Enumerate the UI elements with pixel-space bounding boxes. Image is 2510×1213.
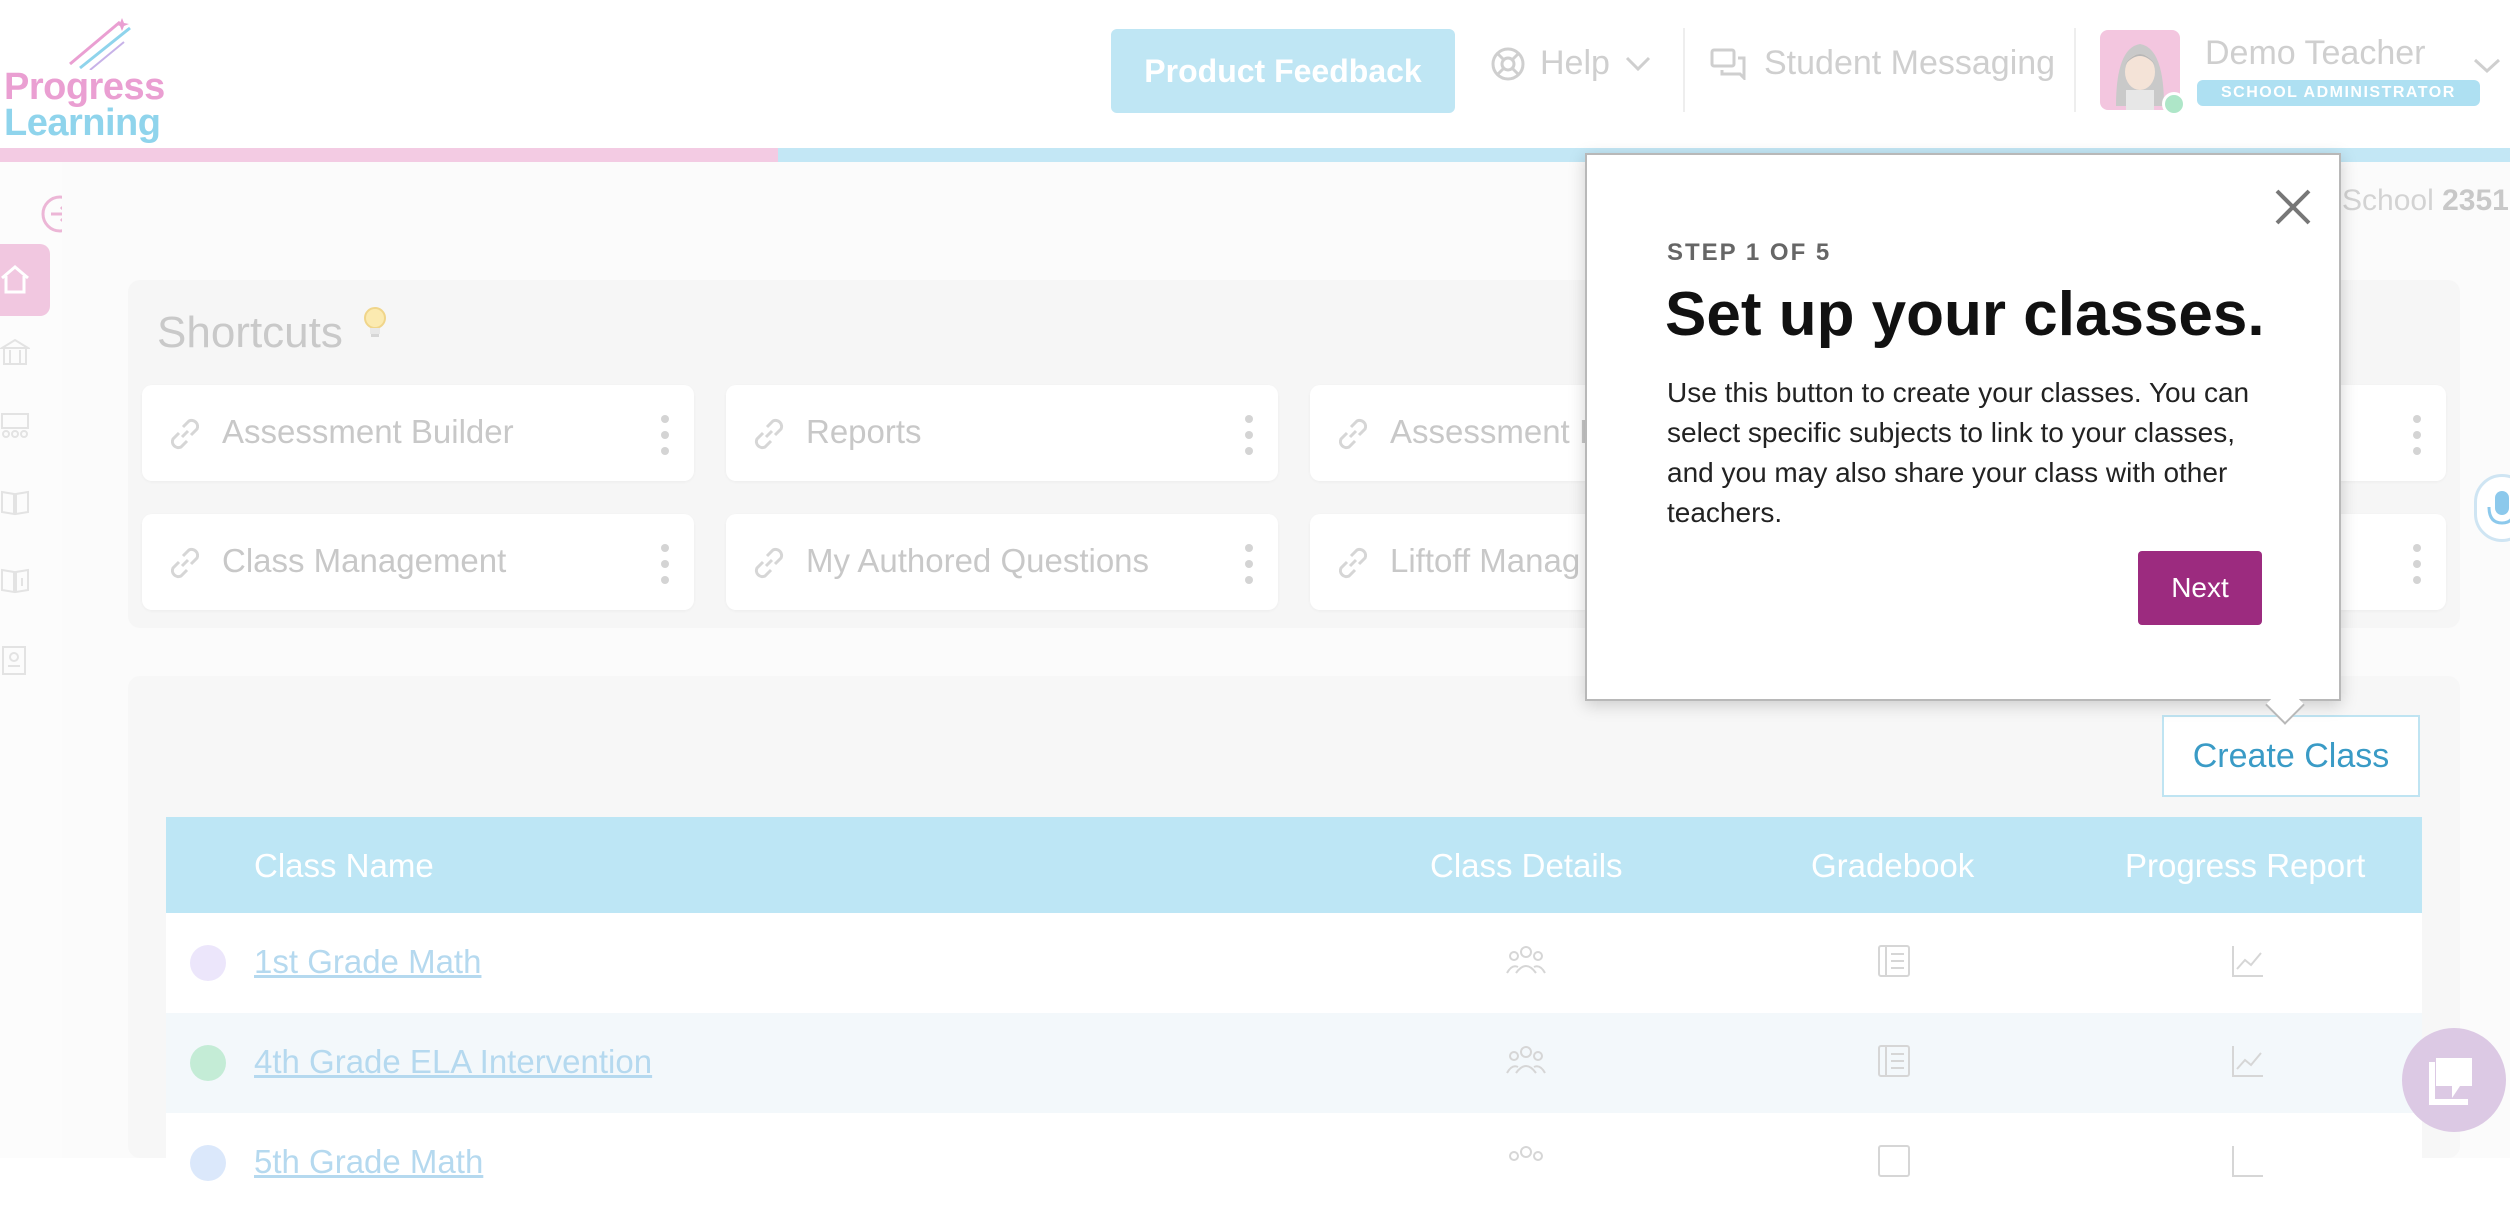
student-messaging-link[interactable]: Student Messaging	[1710, 44, 2055, 83]
chevron-down-icon[interactable]	[2472, 56, 2502, 76]
class-name-link[interactable]: 4th Grade ELA Intervention	[254, 1043, 652, 1081]
column-header-class-details: Class Details	[1430, 847, 1623, 884]
link-icon	[1338, 418, 1368, 450]
bulb-icon	[364, 307, 386, 337]
table-row: 4th Grade ELA Intervention	[166, 1013, 2422, 1113]
shortcut-label: Assessment I	[1390, 413, 1589, 450]
link-icon	[1338, 547, 1368, 579]
mic-button[interactable]	[2474, 474, 2510, 542]
school-label: School	[2342, 184, 2434, 217]
column-header-class-name[interactable]: Class Name	[254, 847, 434, 885]
classroom-icon[interactable]	[0, 410, 30, 442]
shortcut-label: My Authored Questions	[806, 542, 1150, 579]
class-color-dot	[190, 945, 226, 981]
class-color-dot	[190, 1045, 226, 1081]
kebab-icon[interactable]	[2412, 542, 2422, 586]
help-menu[interactable]: Help	[1490, 44, 1652, 83]
school-icon[interactable]	[0, 336, 30, 368]
tour-progress-fill	[0, 148, 779, 162]
shortcut-tile[interactable]: Reports	[726, 385, 1278, 481]
class-name-link[interactable]: 5th Grade Math	[254, 1143, 483, 1181]
kebab-icon[interactable]	[1244, 413, 1254, 457]
user-role-badge: SCHOOL ADMINISTRATOR	[2197, 80, 2480, 106]
book-icon[interactable]	[0, 486, 30, 518]
class-color-dot	[190, 1145, 226, 1181]
online-status-dot	[2162, 92, 2186, 116]
help-label: Help	[1540, 44, 1610, 82]
people-icon[interactable]	[1506, 1143, 1546, 1179]
logo-text-learning: Learning	[4, 102, 161, 144]
avatar[interactable]	[2100, 30, 2186, 116]
chart-icon[interactable]	[2230, 1143, 2266, 1179]
school-number: 2351	[2442, 184, 2509, 217]
shortcuts-title: Shortcuts	[157, 308, 343, 357]
kebab-icon[interactable]	[660, 542, 670, 586]
link-icon	[754, 418, 784, 450]
link-icon	[170, 418, 200, 450]
kebab-icon[interactable]	[2412, 413, 2422, 457]
messaging-label: Student Messaging	[1764, 44, 2056, 82]
chart-icon[interactable]	[2230, 1043, 2266, 1079]
next-button[interactable]: Next	[2138, 551, 2262, 625]
shortcut-label: Reports	[806, 413, 922, 450]
kebab-icon[interactable]	[1244, 542, 1254, 586]
column-header-gradebook: Gradebook	[1811, 847, 1975, 884]
chat-icon	[2429, 1058, 2472, 1105]
link-icon	[754, 547, 784, 579]
people-icon[interactable]	[1506, 1043, 1546, 1079]
chart-icon[interactable]	[2230, 943, 2266, 979]
shortcut-tile[interactable]: My Authored Questions	[726, 514, 1278, 610]
mic-icon	[2487, 491, 2510, 525]
chevron-down-icon	[1625, 56, 1650, 71]
shortcut-label: Class Management	[222, 542, 507, 579]
message-icon	[1710, 48, 1746, 80]
close-icon[interactable]	[2271, 185, 2315, 229]
link-icon	[170, 547, 200, 579]
table-row: 1st Grade Math	[166, 913, 2422, 1013]
table-header: Class Name Class Details Gradebook Progr…	[166, 817, 2422, 913]
class-name-link[interactable]: 1st Grade Math	[254, 943, 481, 981]
top-header: Progress Learning Product Feedback Help …	[0, 0, 2510, 148]
book-info-icon[interactable]	[0, 564, 30, 596]
column-header-progress-report: Progress Report	[2125, 847, 2366, 884]
shortcut-tile[interactable]: Class Management	[142, 514, 694, 610]
kebab-icon[interactable]	[660, 413, 670, 457]
gradebook-icon[interactable]	[1876, 943, 1912, 979]
product-feedback-button[interactable]: Product Feedback	[1111, 29, 1455, 113]
school-indicator: School 2351	[2342, 184, 2509, 218]
tour-step-indicator: STEP 1 OF 5	[1667, 239, 1832, 266]
gradebook-icon[interactable]	[1876, 1043, 1912, 1079]
header-divider	[1683, 28, 1685, 112]
create-class-button[interactable]: Create Class	[2162, 715, 2420, 797]
shortcut-label: Assessment Builder	[222, 413, 514, 450]
sidebar-item-home[interactable]	[0, 244, 50, 316]
certificate-icon[interactable]	[0, 644, 30, 676]
user-name: Demo Teacher	[2205, 34, 2426, 72]
header-divider	[2074, 28, 2076, 112]
tour-title: Set up your classes.	[1665, 280, 2265, 349]
tour-body-text: Use this button to create your classes. …	[1667, 377, 2250, 528]
people-icon[interactable]	[1506, 943, 1546, 979]
table-row: 5th Grade Math	[166, 1113, 2422, 1213]
shooting-star-icon	[69, 18, 131, 70]
gradebook-icon[interactable]	[1876, 1143, 1912, 1179]
shortcut-tile[interactable]: Assessment Builder	[142, 385, 694, 481]
onboarding-tour-popover: STEP 1 OF 5 Set up your classes. Use thi…	[1585, 153, 2341, 725]
progress-learning-logo[interactable]: Progress Learning	[4, 14, 174, 144]
shortcut-label: Liftoff Manag	[1390, 542, 1581, 579]
home-icon	[1, 265, 29, 294]
classes-table: Class Name Class Details Gradebook Progr…	[166, 817, 2422, 1213]
chat-launcher[interactable]	[2402, 1028, 2506, 1132]
help-circle-icon	[1491, 47, 1525, 80]
